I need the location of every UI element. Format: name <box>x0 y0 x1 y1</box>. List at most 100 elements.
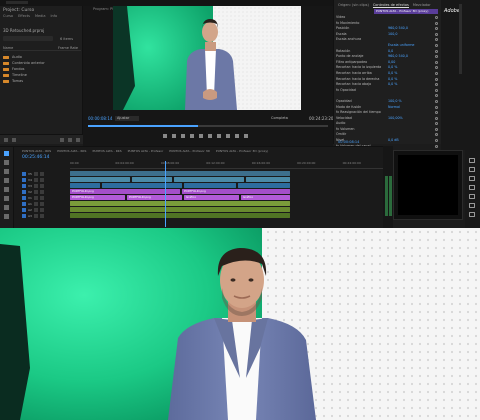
tab-source[interactable]: Origen: (sin clips) <box>338 3 369 8</box>
program-scrubber[interactable] <box>88 125 328 127</box>
track-target-icon[interactable] <box>22 196 26 200</box>
keyframe-toggle-icon[interactable] <box>435 122 438 126</box>
export-frame-icon[interactable] <box>244 134 248 138</box>
effect-timecode[interactable]: 00:00:08:14 <box>338 140 359 144</box>
keyframe-toggle-icon[interactable] <box>435 43 438 47</box>
zoom-select[interactable]: Ajustar <box>115 116 139 121</box>
type-icon[interactable] <box>4 214 9 219</box>
time-ruler[interactable]: 00:00 00:04:00:00 00:08:00:00 00:12:00:00 00… <box>70 161 388 169</box>
selection-tool-icon[interactable] <box>4 151 9 156</box>
timeline-clip[interactable] <box>246 177 290 182</box>
tab-info[interactable]: Info <box>51 14 58 19</box>
track-target-icon[interactable] <box>22 178 26 182</box>
caption-icon[interactable] <box>469 176 475 181</box>
keyframe-toggle-icon[interactable] <box>435 55 438 59</box>
caption-icon[interactable] <box>469 185 475 190</box>
lock-icon[interactable] <box>33 208 38 212</box>
track-target-icon[interactable] <box>22 202 26 206</box>
playhead[interactable] <box>165 161 166 227</box>
effect-property-value[interactable]: Normal <box>388 105 400 109</box>
eye-icon[interactable] <box>39 208 44 212</box>
effect-property-value[interactable]: 0,00 <box>388 60 395 64</box>
timeline-clip[interactable] <box>174 177 244 182</box>
track-target-icon[interactable] <box>22 172 26 176</box>
keyframe-toggle-icon[interactable] <box>435 32 438 36</box>
timeline-clip[interactable]: Gráfico <box>241 195 290 200</box>
tab-media[interactable]: Media <box>35 14 46 19</box>
timeline-clip[interactable]: PORTFOLIO.png <box>182 189 290 194</box>
eye-icon[interactable] <box>39 178 44 182</box>
lock-icon[interactable] <box>33 178 38 182</box>
sequence-tab[interactable]: PUNTOS ALTA - Profesor 3D <box>169 149 210 153</box>
step-back-icon[interactable] <box>190 134 194 138</box>
ripple-edit-icon[interactable] <box>4 169 9 174</box>
track-header[interactable]: A3 <box>22 213 68 219</box>
new-bin-icon[interactable] <box>60 138 64 142</box>
lift-icon[interactable] <box>226 134 230 138</box>
column-name[interactable]: Name <box>3 46 13 50</box>
effect-property-value[interactable]: 100,0 % <box>388 99 402 103</box>
hand-icon[interactable] <box>4 205 9 210</box>
effect-property-value[interactable]: Escala uniforme <box>388 43 414 47</box>
timeline-clip[interactable] <box>102 183 182 188</box>
timeline-clip[interactable] <box>220 171 230 176</box>
project-search-input[interactable] <box>3 36 53 41</box>
track-target-icon[interactable] <box>22 208 26 212</box>
keyframe-toggle-icon[interactable] <box>435 27 438 31</box>
tab-curso[interactable]: Curso <box>3 14 13 19</box>
effect-property-value[interactable]: 0,0 dB <box>388 138 399 142</box>
razor-icon[interactable] <box>4 178 9 183</box>
pen-icon[interactable] <box>4 196 9 201</box>
keyframe-toggle-icon[interactable] <box>435 16 438 19</box>
eye-icon[interactable] <box>39 190 44 194</box>
caption-icon[interactable] <box>469 158 475 163</box>
eye-icon[interactable] <box>39 184 44 188</box>
keyframe-toggle-icon[interactable] <box>435 116 438 120</box>
tab-effect-controls[interactable]: Controles de efectos <box>372 3 409 8</box>
timeline-clip[interactable] <box>70 207 290 212</box>
keyframe-toggle-icon[interactable] <box>435 60 438 64</box>
column-frame-rate[interactable]: Frame Rate <box>58 46 78 50</box>
timeline-clip[interactable]: PORTFOLIO.png <box>70 189 180 194</box>
timeline-clip[interactable] <box>70 171 290 176</box>
icon-view-icon[interactable] <box>12 138 16 142</box>
lock-icon[interactable] <box>33 202 38 206</box>
menu-bar[interactable] <box>6 1 28 4</box>
effect-property-value[interactable]: 0,0 <box>388 49 393 53</box>
eye-icon[interactable] <box>39 172 44 176</box>
keyframe-toggle-icon[interactable] <box>435 83 438 87</box>
keyframe-toggle-icon[interactable] <box>435 49 438 53</box>
keyframe-toggle-icon[interactable] <box>435 88 438 92</box>
lock-icon[interactable] <box>33 214 38 218</box>
timeline-clip[interactable]: Gráfico <box>184 195 239 200</box>
caption-icon[interactable] <box>469 203 475 208</box>
go-to-in-icon[interactable] <box>181 134 185 138</box>
extract-icon[interactable] <box>235 134 239 138</box>
keyframe-toggle-icon[interactable] <box>435 105 438 109</box>
sequence-tab[interactable]: PUNTOS ALTA - RKS <box>22 149 51 153</box>
go-to-out-icon[interactable] <box>217 134 221 138</box>
effect-property-value[interactable]: 960,0 540,0 <box>388 26 408 30</box>
lock-icon[interactable] <box>33 196 38 200</box>
panel-scrollbar[interactable] <box>459 4 462 74</box>
caption-icon[interactable] <box>469 212 475 217</box>
sequence-tab[interactable]: PUNTOS ALTA - RKS <box>92 149 121 153</box>
track-target-icon[interactable] <box>22 190 26 194</box>
sequence-tab[interactable]: PUNTOS ALTA - RKS <box>57 149 86 153</box>
mark-out-icon[interactable] <box>172 134 176 138</box>
list-item[interactable]: Tomas <box>3 78 81 84</box>
keyframe-toggle-icon[interactable] <box>435 66 438 70</box>
timeline-clip[interactable] <box>70 213 290 218</box>
caption-icon[interactable] <box>469 167 475 172</box>
sequence-tab[interactable]: PUNTOS ALTA - Profesor <box>128 149 164 153</box>
effect-property-value[interactable]: 0,0 % <box>388 65 397 69</box>
slip-icon[interactable] <box>4 187 9 192</box>
trash-icon[interactable] <box>76 138 80 142</box>
program-current-timecode[interactable]: 00:00:08:14 <box>88 116 112 121</box>
timeline-clip[interactable]: PORTFOLIO.png <box>127 195 182 200</box>
keyframe-toggle-icon[interactable] <box>435 77 438 81</box>
timeline-clip[interactable]: PORTFOLIO.png <box>70 195 125 200</box>
tab-effects[interactable]: Effects <box>18 14 30 19</box>
sequence-tab[interactable]: PUNTOS ALTA - Profesor 3D (proxy) <box>216 149 268 153</box>
effect-property-value[interactable]: 0,0 % <box>388 71 397 75</box>
